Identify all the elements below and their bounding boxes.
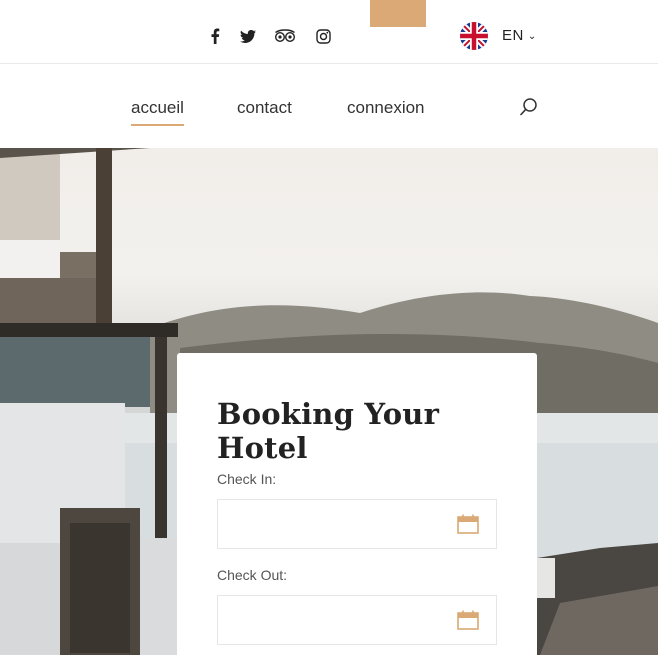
top-bar: EN ⌄ (0, 0, 658, 64)
booking-card: Booking Your Hotel Check In: Check Out: (177, 353, 537, 663)
language-selector[interactable]: EN ⌄ (502, 27, 537, 44)
facebook-icon[interactable] (204, 26, 226, 46)
uk-flag-icon[interactable] (460, 22, 488, 50)
main-nav: accueil contact connexion (0, 64, 658, 148)
nav-item-connexion[interactable]: connexion (347, 98, 425, 118)
language-code: EN (502, 27, 524, 44)
twitter-icon[interactable] (237, 26, 259, 46)
booking-title: Booking Your Hotel (217, 397, 440, 465)
calendar-icon[interactable] (457, 610, 479, 630)
check-out-label: Check Out: (217, 567, 288, 583)
search-icon[interactable] (518, 96, 540, 118)
calendar-icon[interactable] (457, 514, 479, 534)
tripadvisor-icon[interactable] (274, 26, 296, 46)
check-in-field[interactable] (217, 499, 497, 549)
nav-item-contact[interactable]: contact (237, 98, 292, 118)
check-out-field[interactable] (217, 595, 497, 645)
nav-item-accueil[interactable]: accueil (131, 98, 184, 126)
instagram-icon[interactable] (312, 26, 334, 46)
chevron-down-icon: ⌄ (527, 31, 537, 42)
logo-tab[interactable] (370, 0, 426, 27)
check-in-label: Check In: (217, 471, 277, 487)
